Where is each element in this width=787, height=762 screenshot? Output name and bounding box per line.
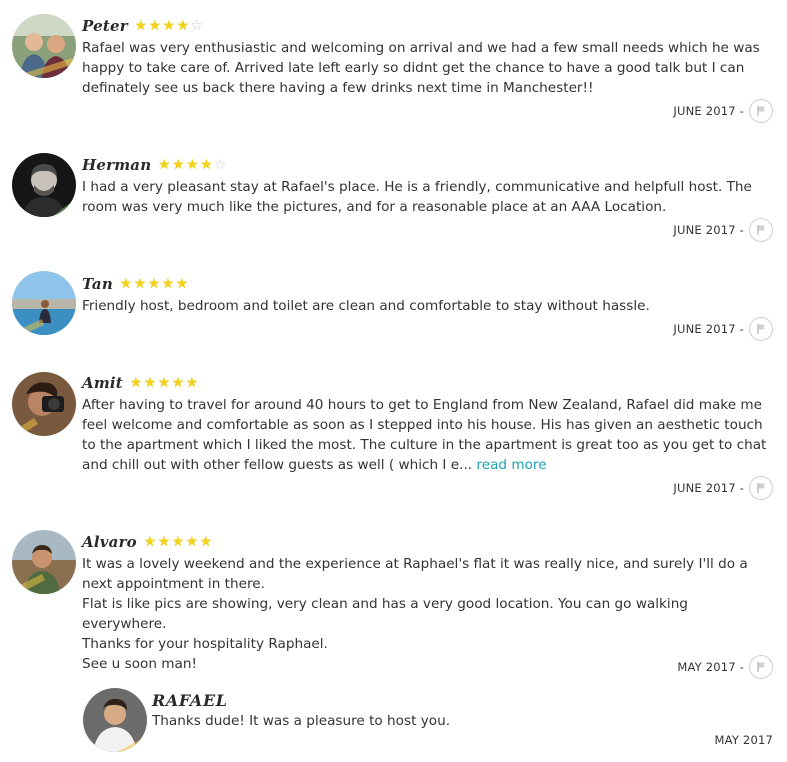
review-date-row: JUNE 2017 - <box>673 317 773 341</box>
flag-icon <box>757 662 765 672</box>
reply-paragraph: Thanks dude! It was a pleasure to host y… <box>152 713 451 729</box>
review-paragraph: After having to travel for around 40 hou… <box>82 395 776 475</box>
review-date: JUNE 2017 - <box>673 481 744 495</box>
reviewer-name: Peter <box>82 17 128 35</box>
star-icon: ★ <box>161 276 175 292</box>
review-paragraph: It was a lovely weekend and the experien… <box>82 556 748 592</box>
star-icon: ★ <box>186 157 199 173</box>
star-icon: ★ <box>171 534 185 550</box>
report-button[interactable] <box>749 218 773 242</box>
review-paragraph: Thanks for your hospitality Raphael. <box>82 636 328 652</box>
star-icon: ★ <box>129 375 143 391</box>
flag-icon <box>757 483 765 493</box>
reviewer-header: Peter ★★★★☆ <box>82 14 204 38</box>
review-date-row: JUNE 2017 - <box>673 476 773 500</box>
host-header: RAFAEL <box>152 688 228 712</box>
star-icon: ☆ <box>190 18 204 34</box>
reviewer-name: Tan <box>82 275 113 293</box>
reply-text: Thanks dude! It was a pleasure to host y… <box>152 711 752 731</box>
star-rating: ★★★★☆ <box>157 158 227 172</box>
review-date-row: JUNE 2017 - <box>673 99 773 123</box>
star-icon: ★ <box>157 534 171 550</box>
review-paragraph: Flat is like pics are showing, very clea… <box>82 596 688 632</box>
review-date-row: MAY 2017 - <box>677 655 773 679</box>
review-excerpt: After having to travel for around 40 hou… <box>82 397 767 473</box>
review-paragraph: I had a very pleasant stay at Rafael's p… <box>82 179 752 215</box>
review-text: I had a very pleasant stay at Rafael's p… <box>82 177 776 217</box>
reviewer-header: Alvaro ★★★★★ <box>82 530 213 554</box>
report-button[interactable] <box>749 99 773 123</box>
star-icon: ★ <box>185 534 199 550</box>
star-icon: ★ <box>172 157 185 173</box>
star-rating: ★★★★★ <box>143 535 213 549</box>
report-button[interactable] <box>749 655 773 679</box>
star-icon: ★ <box>158 157 171 173</box>
reply-date: MAY 2017 <box>714 733 773 747</box>
review-date: JUNE 2017 - <box>673 322 744 336</box>
review-date: MAY 2017 - <box>677 660 744 674</box>
star-icon: ★ <box>200 157 213 173</box>
report-button[interactable] <box>749 317 773 341</box>
reviewer-name: Alvaro <box>82 533 137 551</box>
reviewer-header: Herman ★★★★☆ <box>82 153 227 177</box>
star-icon: ☆ <box>214 157 227 173</box>
star-icon: ★ <box>171 375 185 391</box>
star-icon: ★ <box>143 375 157 391</box>
review-paragraph: See u soon man! <box>82 656 197 672</box>
host-avatar[interactable] <box>83 688 147 752</box>
flag-icon <box>757 324 765 334</box>
star-rating: ★★★★★ <box>129 376 199 390</box>
review-paragraph: Rafael was very enthusiastic and welcomi… <box>82 40 760 96</box>
star-icon: ★ <box>143 534 157 550</box>
star-icon: ★ <box>148 18 162 34</box>
star-icon: ★ <box>147 276 161 292</box>
flag-icon <box>757 106 765 116</box>
review-text: Friendly host, bedroom and toilet are cl… <box>82 296 776 316</box>
star-icon: ★ <box>133 276 147 292</box>
star-icon: ★ <box>134 18 148 34</box>
avatar[interactable] <box>12 14 76 78</box>
review-date-row: JUNE 2017 - <box>673 218 773 242</box>
review-date: JUNE 2017 - <box>673 223 744 237</box>
star-icon: ★ <box>199 534 213 550</box>
avatar[interactable] <box>12 153 76 217</box>
reviewer-header: Amit ★★★★★ <box>82 371 199 395</box>
star-rating: ★★★★☆ <box>134 19 204 33</box>
review-date: JUNE 2017 - <box>673 104 744 118</box>
star-icon: ★ <box>185 375 199 391</box>
review-text: After having to travel for around 40 hou… <box>82 395 776 475</box>
star-icon: ★ <box>119 276 133 292</box>
review-text: It was a lovely weekend and the experien… <box>82 554 776 674</box>
flag-icon <box>757 225 765 235</box>
star-icon: ★ <box>162 18 176 34</box>
avatar[interactable] <box>12 372 76 436</box>
reviewer-header: Tan ★★★★★ <box>82 272 189 296</box>
avatar[interactable] <box>12 530 76 594</box>
review-text: Rafael was very enthusiastic and welcomi… <box>82 38 776 98</box>
reviewer-name: Amit <box>82 374 123 392</box>
read-more-link[interactable]: read more <box>476 457 546 473</box>
star-rating: ★★★★★ <box>119 277 189 291</box>
star-icon: ★ <box>176 18 190 34</box>
star-icon: ★ <box>175 276 189 292</box>
star-icon: ★ <box>157 375 171 391</box>
avatar[interactable] <box>12 271 76 335</box>
review-paragraph: Friendly host, bedroom and toilet are cl… <box>82 298 650 314</box>
reply-date-row: MAY 2017 <box>715 733 773 747</box>
report-button[interactable] <box>749 476 773 500</box>
host-name: RAFAEL <box>152 690 228 710</box>
reviewer-name: Herman <box>82 156 152 174</box>
